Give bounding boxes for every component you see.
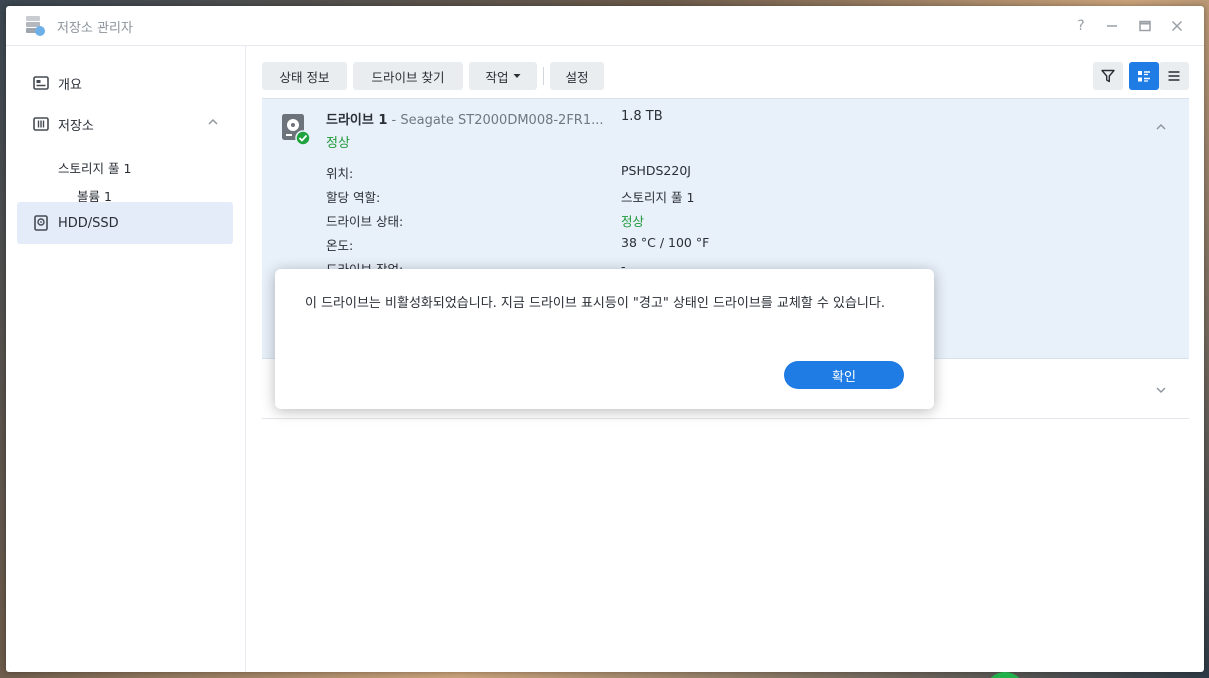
list-view-button[interactable] <box>1159 62 1189 90</box>
overview-icon <box>33 76 49 90</box>
action-dropdown-button[interactable]: 작업 <box>469 62 537 90</box>
ok-button[interactable]: 확인 <box>784 361 904 389</box>
temperature-label: 온도: <box>326 238 354 253</box>
filter-icon <box>1101 69 1115 83</box>
sidebar-item-label: 저장소 <box>58 118 94 134</box>
chevron-down-icon[interactable] <box>1155 384 1167 396</box>
window-title: 저장소 관리자 <box>57 21 133 36</box>
assigned-role-label: 할당 역할: <box>326 190 381 205</box>
drive-name: 드라이브 1 <box>326 113 388 128</box>
desktop-widget-edge <box>985 672 1025 678</box>
find-drive-button[interactable]: 드라이브 찾기 <box>353 62 463 90</box>
help-button[interactable]: ? <box>1071 16 1091 36</box>
storage-manager-window: 저장소 관리자 ? 개요 저장소 스토리지 풀 1 볼륨 1 HDD/SSD 상… <box>6 6 1204 672</box>
status-info-button[interactable]: 상태 정보 <box>262 62 347 90</box>
detail-list-icon <box>1138 71 1150 82</box>
minimize-button[interactable] <box>1102 16 1122 36</box>
drive-state-value: 정상 <box>621 214 645 229</box>
action-label: 작업 <box>485 69 509 85</box>
list-icon <box>1168 71 1180 81</box>
storage-manager-app-icon <box>26 16 45 36</box>
drive-title: 드라이브 1 - Seagate ST2000DM008-2FR1... <box>326 109 604 128</box>
sidebar: 개요 저장소 스토리지 풀 1 볼륨 1 HDD/SSD <box>6 46 246 672</box>
toolbar-divider <box>543 67 544 85</box>
temperature-value: 38 °C / 100 °F <box>621 235 710 250</box>
drive-status: 정상 <box>326 136 350 151</box>
chevron-up-icon[interactable] <box>1155 121 1167 133</box>
location-label: 위치: <box>326 166 354 181</box>
maximize-icon <box>1139 20 1151 32</box>
minimize-icon <box>1107 25 1117 27</box>
deactivated-drive-dialog: 이 드라이브는 비활성화되었습니다. 지금 드라이브 표시등이 "경고" 상태인… <box>275 269 934 409</box>
maximize-button[interactable] <box>1135 16 1155 36</box>
drive-state-label: 드라이브 상태: <box>326 214 404 229</box>
sidebar-item-hdd-ssd[interactable]: HDD/SSD <box>17 202 233 244</box>
dialog-message: 이 드라이브는 비활성화되었습니다. 지금 드라이브 표시등이 "경고" 상태인… <box>305 296 885 311</box>
chevron-up-icon[interactable] <box>207 116 219 128</box>
location-value: PSHDS220J <box>621 163 691 178</box>
storage-icon <box>33 117 49 131</box>
title-bar: 저장소 관리자 ? <box>6 6 1204 46</box>
sidebar-item-overview[interactable]: 개요 <box>17 63 233 103</box>
drive-healthy-icon <box>282 114 311 146</box>
sidebar-item-label: 개요 <box>58 77 82 93</box>
assigned-role-value: 스토리지 풀 1 <box>621 190 695 205</box>
close-button[interactable] <box>1167 16 1187 36</box>
filter-button[interactable] <box>1093 62 1123 90</box>
close-icon <box>1171 20 1183 32</box>
drive-size: 1.8 TB <box>621 109 663 124</box>
drive-model: - Seagate ST2000DM008-2FR1... <box>387 113 604 128</box>
sidebar-item-storage[interactable]: 저장소 <box>17 104 233 144</box>
detail-view-button[interactable] <box>1129 62 1159 90</box>
hdd-icon <box>34 215 48 231</box>
sidebar-item-label: HDD/SSD <box>58 215 119 231</box>
sidebar-item-storage-pool-1[interactable]: 스토리지 풀 1 <box>58 158 131 177</box>
settings-button[interactable]: 설정 <box>550 62 604 90</box>
caret-down-icon <box>513 74 520 78</box>
